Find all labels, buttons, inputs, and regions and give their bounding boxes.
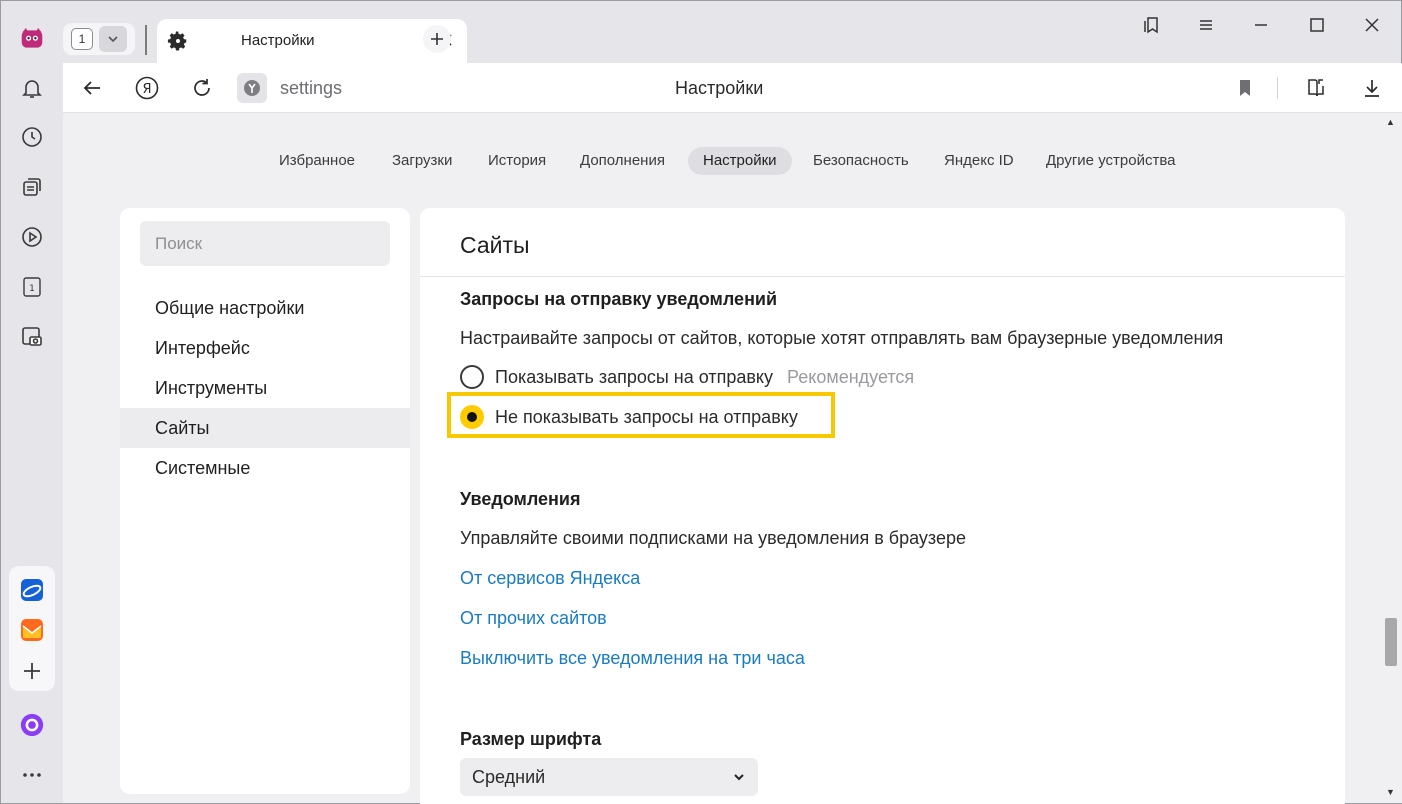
settings-page: Избранное Загрузки История Дополнения На…: [63, 113, 1381, 804]
bookmark-icon: [1240, 80, 1250, 96]
settings-top-nav: Избранное Загрузки История Дополнения На…: [63, 145, 1381, 177]
left-sidebar: 1: [1, 1, 63, 804]
bookmark-button[interactable]: [1232, 75, 1258, 101]
yandex-logo-icon: Я: [135, 76, 159, 100]
yandex-browser-icon: [244, 80, 260, 96]
settings-content-card: Сайты Запросы на отправку уведомлений На…: [420, 208, 1345, 804]
yandex-disk-icon[interactable]: [18, 576, 46, 604]
browser-window: 1 1 Настройки Я settings Настройки Избра…: [0, 0, 1402, 804]
reload-icon: [194, 79, 210, 96]
nav-yandex-id[interactable]: Яндекс ID: [929, 147, 1029, 175]
radio-label: Показывать запросы на отправку: [495, 366, 774, 387]
notification-requests-heading: Запросы на отправку уведомлений: [460, 289, 778, 309]
font-size-heading: Размер шрифта: [460, 729, 602, 749]
radio-button[interactable]: [460, 365, 484, 389]
font-size-select[interactable]: Средний: [460, 758, 758, 796]
minimize-button[interactable]: [1249, 13, 1273, 37]
bookmarks-stack-icon: [1144, 17, 1158, 34]
yandex-home-button[interactable]: Я: [134, 75, 160, 101]
collections-icon[interactable]: [18, 173, 46, 201]
new-tab-button[interactable]: [423, 25, 451, 53]
screenshot-camera-icon[interactable]: [18, 323, 46, 351]
toolbar-divider: [1277, 77, 1278, 99]
nav-history[interactable]: История: [473, 147, 561, 175]
nav-favorites[interactable]: Избранное: [264, 147, 370, 175]
svg-text:Я: Я: [142, 82, 151, 97]
notifications-description: Управляйте своими подписками на уведомле…: [460, 528, 966, 548]
back-arrow-icon: [83, 81, 100, 95]
tab-divider: [145, 25, 147, 55]
radio-label: Не показывать запросы на отправку: [495, 406, 798, 427]
hamburger-menu-icon: [1200, 20, 1212, 30]
recommended-hint: Рекомендуется: [787, 366, 915, 387]
link-disable-notifications[interactable]: Выключить все уведомления на три часа: [460, 648, 805, 669]
tab-title: Настройки: [241, 32, 315, 49]
mail-icon[interactable]: [18, 616, 46, 644]
site-info-button[interactable]: [237, 73, 267, 103]
bell-icon[interactable]: [18, 74, 46, 102]
vertical-scrollbar[interactable]: ▲ ▼: [1381, 113, 1402, 803]
play-icon[interactable]: [18, 223, 46, 251]
download-icon: [1365, 80, 1379, 97]
book-reader-icon: [1308, 79, 1324, 97]
scroll-down-icon[interactable]: ▼: [1386, 787, 1395, 797]
history-clock-icon[interactable]: [18, 123, 46, 151]
radio-hide-requests[interactable]: Не показывать запросы на отправку: [460, 403, 798, 431]
link-yandex-services[interactable]: От сервисов Яндекса: [460, 568, 640, 589]
gear-icon: [167, 31, 187, 51]
radio-dot: [467, 412, 477, 422]
reload-button[interactable]: [189, 75, 215, 101]
tab-group-switcher[interactable]: 1: [63, 23, 135, 55]
nav-extensions[interactable]: Дополнения: [565, 147, 680, 175]
nav-security[interactable]: Безопасность: [798, 147, 924, 175]
sidebar-item-interface[interactable]: Интерфейс: [120, 328, 410, 368]
settings-sidebar: Общие настройки Интерфейс Инструменты Са…: [120, 208, 410, 794]
minimize-icon: [1255, 24, 1267, 26]
section-title: Сайты: [460, 232, 530, 258]
sidebar-item-system[interactable]: Системные: [120, 448, 410, 488]
plus-icon: [431, 33, 443, 45]
profile-avatar-icon[interactable]: [18, 25, 46, 53]
scroll-thumb[interactable]: [1385, 618, 1397, 666]
sidebar-item-general[interactable]: Общие настройки: [120, 288, 410, 328]
reader-button[interactable]: [1303, 75, 1329, 101]
close-window-button[interactable]: [1360, 13, 1384, 37]
notifications-heading: Уведомления: [460, 489, 581, 509]
nav-downloads[interactable]: Загрузки: [377, 147, 467, 175]
more-dots-icon[interactable]: [18, 761, 46, 789]
notification-requests-description: Настраивайте запросы от сайтов, которые …: [460, 328, 1224, 348]
alice-assistant-icon[interactable]: [18, 711, 46, 739]
maximize-button[interactable]: [1305, 13, 1329, 37]
tab-bar: 1 Настройки: [63, 1, 1401, 63]
maximize-icon: [1310, 18, 1324, 32]
sidebar-item-tools[interactable]: Инструменты: [120, 368, 410, 408]
page-title: Настройки: [675, 78, 764, 98]
scroll-up-icon[interactable]: ▲: [1386, 117, 1395, 127]
bookmarks-panel-button[interactable]: [1139, 13, 1163, 37]
svg-text:1: 1: [29, 284, 35, 294]
nav-settings[interactable]: Настройки: [688, 147, 792, 175]
close-icon: [1365, 18, 1379, 32]
url-text[interactable]: settings: [280, 78, 342, 99]
nav-other-devices[interactable]: Другие устройства: [1031, 147, 1190, 175]
tab-counter-icon[interactable]: 1: [18, 273, 46, 301]
tab-count-badge: 1: [71, 28, 93, 50]
chevron-down-icon: [734, 774, 744, 781]
menu-button[interactable]: [1194, 13, 1218, 37]
radio-button-checked[interactable]: [460, 405, 484, 429]
title-divider: [420, 276, 1345, 277]
sidebar-item-sites[interactable]: Сайты: [120, 408, 410, 448]
address-bar: Я settings Настройки: [63, 63, 1402, 113]
link-other-sites[interactable]: От прочих сайтов: [460, 608, 607, 629]
downloads-button[interactable]: [1359, 75, 1385, 101]
search-field[interactable]: [140, 221, 390, 266]
back-button[interactable]: [79, 75, 105, 101]
tab-settings[interactable]: Настройки: [157, 19, 467, 63]
font-size-value: Средний: [472, 767, 546, 787]
add-app-plus-icon[interactable]: [18, 657, 46, 685]
search-input[interactable]: [140, 221, 390, 266]
chevron-down-icon[interactable]: [99, 26, 127, 52]
radio-show-requests[interactable]: Показывать запросы на отправку Рекоменду…: [460, 363, 914, 391]
